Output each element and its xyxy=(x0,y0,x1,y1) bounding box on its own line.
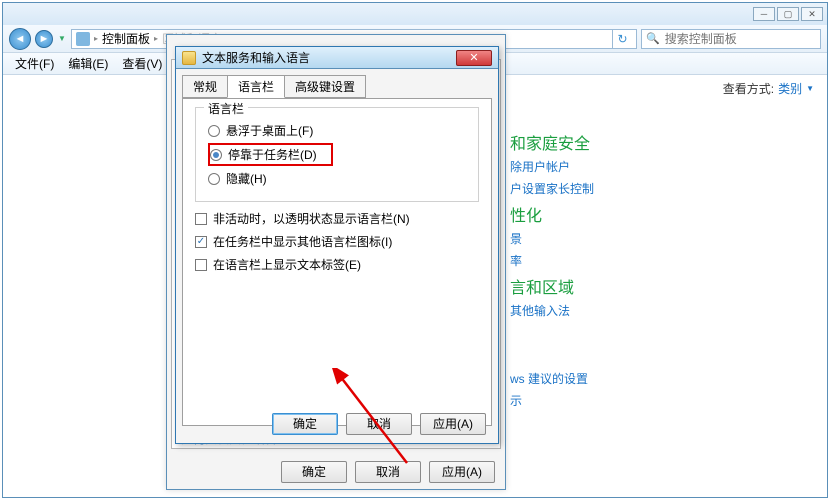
checkbox-icon: ✓ xyxy=(195,236,207,248)
radio-float-desktop[interactable]: 悬浮于桌面上(F) xyxy=(208,122,466,139)
refresh-icon[interactable]: ↻ xyxy=(612,29,632,49)
category-link[interactable]: 率 xyxy=(510,250,594,272)
dialog-buttons: 确定 取消 应用(A) xyxy=(281,461,495,483)
menu-edit[interactable]: 编辑(E) xyxy=(62,53,114,74)
cancel-button[interactable]: 取消 xyxy=(355,461,421,483)
radio-icon xyxy=(208,173,220,185)
dialog-tabs: 常规 语言栏 高级键设置 xyxy=(182,75,492,98)
view-mode-value[interactable]: 类别 xyxy=(778,80,802,97)
search-input[interactable] xyxy=(663,31,822,47)
highlight-annotation: 停靠于任务栏(D) xyxy=(208,143,333,166)
breadcrumb-item[interactable]: 控制面板 xyxy=(102,30,150,47)
category-link[interactable]: 示 xyxy=(510,390,594,412)
category-heading[interactable]: 言和区域 xyxy=(510,278,594,300)
view-mode: 查看方式: 类别 ▼ xyxy=(723,80,814,97)
text-services-dialog: 文本服务和输入语言 ✕ 常规 语言栏 高级键设置 语言栏 悬浮于桌面上(F) 停… xyxy=(175,46,499,444)
dialog-buttons: 确定 取消 应用(A) xyxy=(272,413,486,435)
language-bar-group: 语言栏 悬浮于桌面上(F) 停靠于任务栏(D) 隐藏(H) xyxy=(195,107,479,202)
checkbox-show-icons[interactable]: ✓ 在任务栏中显示其他语言栏图标(I) xyxy=(195,233,479,250)
close-button[interactable]: ✕ xyxy=(801,7,823,21)
radio-dock-taskbar[interactable]: 停靠于任务栏(D) xyxy=(208,143,466,166)
cancel-button[interactable]: 取消 xyxy=(346,413,412,435)
apply-button[interactable]: 应用(A) xyxy=(429,461,495,483)
dialog-title: 文本服务和输入语言 xyxy=(202,49,450,66)
ok-button[interactable]: 确定 xyxy=(272,413,338,435)
maximize-button[interactable]: ▢ xyxy=(777,7,799,21)
checkbox-icon xyxy=(195,213,207,225)
breadcrumb-separator: ▸ xyxy=(94,34,98,43)
ok-button[interactable]: 确定 xyxy=(281,461,347,483)
category-heading[interactable]: 和家庭安全 xyxy=(510,134,594,156)
radio-hidden[interactable]: 隐藏(H) xyxy=(208,170,466,187)
tab-general[interactable]: 常规 xyxy=(182,75,228,98)
radio-label: 停靠于任务栏(D) xyxy=(228,146,317,163)
forward-button[interactable]: ► xyxy=(35,30,53,48)
titlebar: ─ ▢ ✕ xyxy=(3,3,827,25)
chevron-down-icon[interactable]: ▼ xyxy=(806,84,814,93)
tab-language-bar[interactable]: 语言栏 xyxy=(227,75,285,98)
radio-label: 悬浮于桌面上(F) xyxy=(226,122,313,139)
tab-advanced[interactable]: 高级键设置 xyxy=(284,75,366,98)
checkbox-text-labels[interactable]: 在语言栏上显示文本标签(E) xyxy=(195,256,479,273)
checkbox-label: 在语言栏上显示文本标签(E) xyxy=(213,256,361,273)
search-icon: 🔍 xyxy=(646,32,660,45)
category-heading[interactable]: 性化 xyxy=(510,206,594,228)
radio-label: 隐藏(H) xyxy=(226,170,267,187)
category-link[interactable]: 其他输入法 xyxy=(510,300,594,322)
radio-icon xyxy=(210,149,222,161)
dialog-titlebar: 文本服务和输入语言 ✕ xyxy=(176,47,498,69)
category-link[interactable]: 景 xyxy=(510,228,594,250)
category-links: 和家庭安全 除用户帐户 户设置家长控制 性化 景 率 言和区域 其他输入法 ws… xyxy=(510,128,594,412)
category-link[interactable]: 除用户帐户 xyxy=(510,156,594,178)
close-button[interactable]: ✕ xyxy=(456,50,492,66)
menu-file[interactable]: 文件(F) xyxy=(9,53,60,74)
checkbox-label: 非活动时，以透明状态显示语言栏(N) xyxy=(213,210,410,227)
apply-button[interactable]: 应用(A) xyxy=(420,413,486,435)
category-link[interactable]: ws 建议的设置 xyxy=(510,368,594,390)
tab-panel: 语言栏 悬浮于桌面上(F) 停靠于任务栏(D) 隐藏(H) 非活动时，以透明状态… xyxy=(182,98,492,426)
control-panel-icon xyxy=(76,32,90,46)
checkbox-icon xyxy=(195,259,207,271)
radio-icon xyxy=(208,125,220,137)
menu-view[interactable]: 查看(V) xyxy=(116,53,168,74)
search-box[interactable]: 🔍 xyxy=(641,29,821,49)
group-title: 语言栏 xyxy=(204,100,248,117)
breadcrumb-separator: ▸ xyxy=(154,34,158,43)
history-dropdown[interactable]: ▼ xyxy=(57,30,67,48)
checkbox-transparent[interactable]: 非活动时，以透明状态显示语言栏(N) xyxy=(195,210,479,227)
checkbox-label: 在任务栏中显示其他语言栏图标(I) xyxy=(213,233,392,250)
view-mode-label: 查看方式: xyxy=(723,80,774,97)
category-link[interactable]: 户设置家长控制 xyxy=(510,178,594,200)
dialog-icon xyxy=(182,51,196,65)
minimize-button[interactable]: ─ xyxy=(753,7,775,21)
back-button[interactable]: ◄ xyxy=(9,28,31,50)
